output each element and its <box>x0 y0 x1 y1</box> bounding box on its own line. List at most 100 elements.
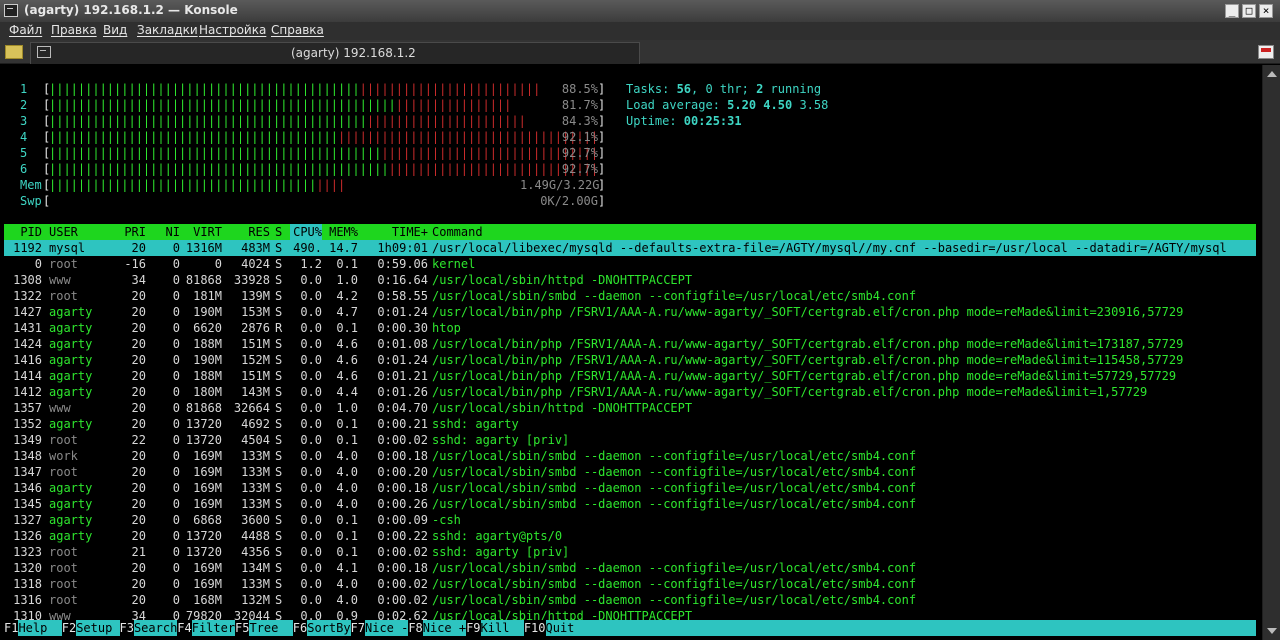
new-tab-icon[interactable] <box>5 45 23 59</box>
col-state[interactable]: S <box>275 224 282 240</box>
table-row[interactable]: 1349 root 22 0 13720 4504 S 0.0 0.1 0:00.02 sshd: … <box>4 432 1256 448</box>
cell-state: S <box>275 305 283 319</box>
cell-pid: 1320 <box>13 561 42 575</box>
table-row[interactable]: 1424 agarty 20 0 188M 151M S 0.0 4.6 0:01.08/usr/… <box>4 336 1256 352</box>
table-row[interactable]: 1427 agarty 20 0 190M 153M S 0.0 4.7 0:01.24/usr/… <box>4 304 1256 320</box>
close-tab-icon[interactable] <box>1258 45 1274 59</box>
col-mem[interactable]: MEM% <box>326 224 358 240</box>
table-row[interactable]: 1348 work 20 0 169M 133M S 0.0 4.0 0:00.18/usr/lo… <box>4 448 1256 464</box>
table-row[interactable]: 1308 www 34 0 81868 33928 S 0.0 1.0 0:16.64/usr/l… <box>4 272 1256 288</box>
col-cpu[interactable]: CPU% <box>290 224 322 240</box>
cell-res: 4488 <box>241 529 270 543</box>
fkey-f2[interactable]: F2 <box>61 620 77 636</box>
cell-pri: 20 <box>131 449 146 463</box>
table-row[interactable]: 1412 agarty 20 0 180M 143M S 0.0 4.4 0:01.26/usr/… <box>4 384 1256 400</box>
fkey-f1[interactable]: F1 <box>4 620 19 636</box>
table-row[interactable]: 1316 root 20 0 168M 132M S 0.0 4.0 0:00.02/usr/lo… <box>4 592 1256 608</box>
fkey-label-filter[interactable]: Filter <box>191 620 236 636</box>
cell-pid: 1352 <box>13 417 42 431</box>
cell-pri: 20 <box>131 465 146 479</box>
meter-bar: ||||||||||||||||||||||||||||||||||||||||… <box>49 162 599 176</box>
fkey-label-quit[interactable]: Quit <box>545 620 1256 636</box>
table-row[interactable]: 1357 www 20 0 81868 32664 S 0.0 1.0 0:04.70/usr/l… <box>4 400 1256 416</box>
fkey-label-setup[interactable]: Setup <box>76 620 120 636</box>
col-res[interactable]: RES <box>226 224 270 240</box>
table-row[interactable]: 1346 agarty 20 0 169M 133M S 0.0 4.0 0:00.18/usr/… <box>4 480 1256 496</box>
cell-cpu: 0.0 <box>300 513 322 527</box>
fkey-label-tree[interactable]: Tree <box>249 620 293 636</box>
cell-state: S <box>275 561 283 575</box>
minimize-button[interactable]: _ <box>1225 4 1239 18</box>
menu-view[interactable]: Вид <box>103 23 127 37</box>
meter-label: 5 <box>20 146 28 160</box>
table-row-selected[interactable]: 1192 mysql 20 0 1316M 483M S 490. 14.7 1h09:01/us… <box>4 240 1256 256</box>
col-time[interactable]: TIME+ <box>364 224 428 240</box>
fkey-f6[interactable]: F6 <box>292 620 308 636</box>
cpu-meter-6: 6[||||||||||||||||||||||||||||||||||||||… <box>0 161 610 177</box>
fkey-label-search[interactable]: Search <box>133 620 178 636</box>
tab-session[interactable]: (agarty) 192.168.1.2 <box>30 42 640 64</box>
fkey-label-help[interactable]: Help <box>18 620 62 636</box>
fkey-f4[interactable]: F4 <box>177 620 192 636</box>
cell-cpu: 0.0 <box>300 289 322 303</box>
cell-command: /usr/local/sbin/smbd --daemon --configfi… <box>432 289 917 303</box>
table-row[interactable]: 1322 root 20 0 181M 139M S 0.0 4.2 0:58.55/usr/lo… <box>4 288 1256 304</box>
cell-command: /usr/local/sbin/httpd -DNOHTTPACCEPT <box>432 401 693 415</box>
table-row[interactable]: 1327 agarty 20 0 6868 3600 S 0.0 0.1 0:00.09 -csh <box>4 512 1256 528</box>
col-command[interactable]: Command <box>432 224 483 240</box>
cell-state: S <box>275 337 283 351</box>
fkey-f7[interactable]: F7 <box>350 620 365 636</box>
menu-bookmarks[interactable]: Закладки <box>137 23 198 37</box>
fkey-f9[interactable]: F9 <box>466 620 481 636</box>
table-row[interactable]: 1416 agarty 20 0 190M 152M S 0.0 4.6 0:01.24/usr/… <box>4 352 1256 368</box>
cell-cpu: 0.0 <box>300 433 322 447</box>
col-pid[interactable]: PID <box>4 224 42 240</box>
window-title: (agarty) 192.168.1.2 — Konsole <box>24 3 238 17</box>
fkey-f3[interactable]: F3 <box>119 620 134 636</box>
table-row[interactable]: 1318 root 20 0 169M 133M S 0.0 4.0 0:00.02/usr/lo… <box>4 576 1256 592</box>
cell-ni: 0 <box>172 433 180 447</box>
cell-virt: 181M <box>193 289 222 303</box>
fkey-f8[interactable]: F8 <box>408 620 423 636</box>
scroll-up-icon[interactable] <box>1267 71 1277 77</box>
fkey-label-kill[interactable]: Kill <box>480 620 524 636</box>
terminal-view[interactable]: 1 [||||||||||||||||||||||||||||||||||||||… <box>0 65 1262 640</box>
konsole-app-icon[interactable] <box>4 4 18 17</box>
close-button[interactable]: × <box>1259 4 1273 18</box>
cell-ni: 0 <box>172 353 180 367</box>
table-row[interactable]: 1347 root 20 0 169M 133M S 0.0 4.0 0:00.20/usr/lo… <box>4 464 1256 480</box>
window-titlebar[interactable]: (agarty) 192.168.1.2 — Konsole _ □ × <box>0 0 1280 22</box>
fkey-label-sortby[interactable]: SortBy <box>307 620 351 636</box>
table-row[interactable]: 1352 agarty 20 0 13720 4692 S 0.0 0.1 0:00.21 sshd… <box>4 416 1256 432</box>
terminal-scrollbar[interactable] <box>1262 65 1280 640</box>
table-row[interactable]: 1326 agarty 20 0 13720 4488 S 0.0 0.1 0:00.22 sshd… <box>4 528 1256 544</box>
meter-value: 92.7% <box>561 146 598 160</box>
col-pri[interactable]: PRI <box>104 224 146 240</box>
cell-state: S <box>275 545 283 559</box>
table-row[interactable]: 1323 root 21 0 13720 4356 S 0.0 0.1 0:00.02 sshd: … <box>4 544 1256 560</box>
meter-value: 84.3% <box>561 114 598 128</box>
fkey-label-nice[interactable]: Nice - <box>365 620 409 636</box>
cell-res: 133M <box>241 449 270 463</box>
table-row[interactable]: 1414 agarty 20 0 188M 151M S 0.0 4.6 0:01.21/usr/… <box>4 368 1256 384</box>
table-row[interactable]: 1345 agarty 20 0 169M 133M S 0.0 4.0 0:00.26/usr/… <box>4 496 1256 512</box>
col-user[interactable]: USER <box>49 224 78 240</box>
fkey-f5[interactable]: F5 <box>235 620 250 636</box>
col-ni[interactable]: NI <box>152 224 180 240</box>
table-row[interactable]: 0 root -16 0 0 4024 S 1.2 0.1 0:59.06 kernel <box>4 256 1256 272</box>
menu-help[interactable]: Справка <box>271 23 324 37</box>
maximize-button[interactable]: □ <box>1242 4 1256 18</box>
fkey-label-nice[interactable]: Nice + <box>422 620 467 636</box>
function-key-bar: F1 Help F2 Setup F3 Search F4 Filter F5 Tree F6… <box>0 620 1262 636</box>
cell-pri: 20 <box>131 513 146 527</box>
menu-file[interactable]: Файл <box>9 23 42 37</box>
scroll-down-icon[interactable] <box>1267 628 1277 634</box>
table-row[interactable]: 1320 root 20 0 169M 134M S 0.0 4.1 0:00.18/usr/lo… <box>4 560 1256 576</box>
table-row[interactable]: 1431 agarty 20 0 6620 2876 R 0.0 0.1 0:00.30 htop <box>4 320 1256 336</box>
menu-settings[interactable]: Настройка <box>199 23 266 37</box>
fkey-f10[interactable]: F10 <box>523 620 546 636</box>
cpu-meter-4: 4[||||||||||||||||||||||||||||||||||||||… <box>0 129 610 145</box>
process-table-header[interactable]: PID USER PRI NI VIRT RES S CPU% MEM% TIM… <box>4 224 1256 240</box>
menu-edit[interactable]: Правка <box>51 23 97 37</box>
col-virt[interactable]: VIRT <box>182 224 222 240</box>
